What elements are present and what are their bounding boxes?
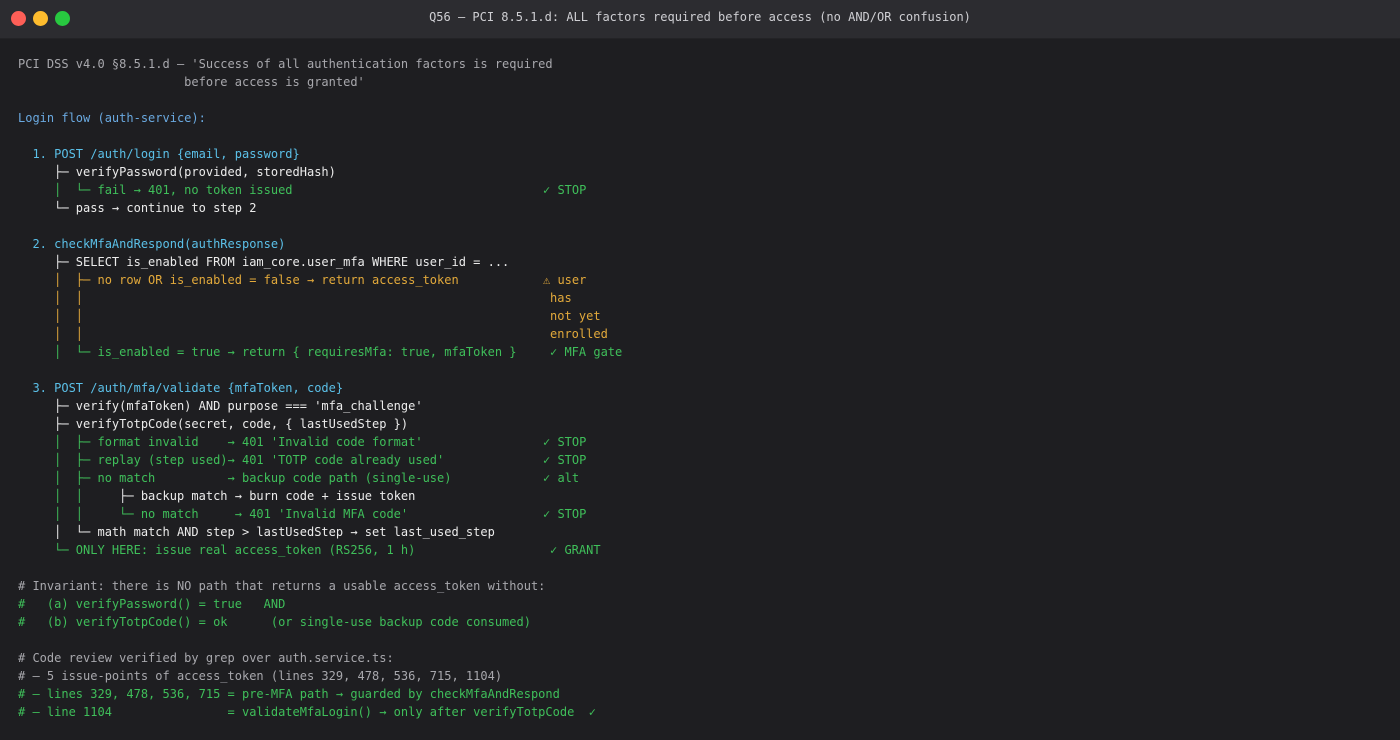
status-annotation: ✓ alt [543,471,580,485]
terminal-text: # (b) verifyTotpCode() = ok (or single-u… [18,615,531,629]
terminal-line: │ └─ fail → 401, no token issued ✓ STOP [18,181,1390,199]
terminal-text: # Invariant: there is NO path that retur… [18,579,546,593]
status-annotation: ✓ MFA gate [550,345,623,359]
terminal-text: │ ├─ no match → backup code path (single… [18,471,452,485]
terminal-text: │ │ [18,291,84,305]
terminal-line: │ └─ is_enabled = true → return { requir… [18,343,1390,361]
terminal-text: 3. POST /auth/mfa/validate {mfaToken, co… [18,381,344,395]
terminal-text: │ │ [18,309,84,323]
terminal-line: # Code review verified by grep over auth… [18,649,1390,667]
terminal-line: Login flow (auth-service): [18,109,1390,127]
terminal-text: ├─ verify(mfaToken) AND purpose === 'mfa… [18,399,423,413]
terminal-text: # — line 1104 = validateMfaLogin() → onl… [18,705,596,719]
terminal-text: PCI DSS v4.0 §8.5.1.d — 'Success of all … [18,57,553,71]
terminal-line: # — lines 329, 478, 536, 715 = pre-MFA p… [18,685,1390,703]
terminal-line: │ ├─ no match → backup code path (single… [18,469,1390,487]
window-titlebar: Q56 — PCI 8.5.1.d: ALL factors required … [0,0,1400,39]
terminal-line: │ └─ math match AND step > lastUsedStep … [18,523,1390,541]
status-annotation: enrolled [550,327,608,341]
terminal-line: ├─ verifyTotpCode(secret, code, { lastUs… [18,415,1390,433]
terminal-text: ├─ SELECT is_enabled FROM iam_core.user_… [18,255,510,269]
terminal-text: ├─ verifyTotpCode(secret, code, { lastUs… [18,417,409,431]
status-annotation: ⚠ user [543,273,587,287]
terminal-text: │ └─ fail → 401, no token issued [18,183,293,197]
terminal-line: │ │ ├─ backup match → burn code + issue … [18,487,1390,505]
terminal-line: 3. POST /auth/mfa/validate {mfaToken, co… [18,379,1390,397]
status-annotation: has [550,291,572,305]
terminal-line: ├─ verifyPassword(provided, storedHash) [18,163,1390,181]
terminal-text: │ │ └─ no match → 401 'Invalid MFA code' [18,507,409,521]
terminal-line: ├─ SELECT is_enabled FROM iam_core.user_… [18,253,1390,271]
terminal-text: 2. checkMfaAndRespond(authResponse) [18,237,286,251]
terminal-line: 2. checkMfaAndRespond(authResponse) [18,235,1390,253]
terminal-line: │ ├─ format invalid → 401 'Invalid code … [18,433,1390,451]
terminal-line: └─ pass → continue to step 2 [18,199,1390,217]
terminal-output[interactable]: PCI DSS v4.0 §8.5.1.d — 'Success of all … [18,55,1390,721]
terminal-line: │ │ └─ no match → 401 'Invalid MFA code'… [18,505,1390,523]
status-annotation: ✓ GRANT [550,543,601,557]
terminal-line: │ ├─ no row OR is_enabled = false → retu… [18,271,1390,289]
terminal-line: before access is granted' [18,73,1390,91]
status-annotation: ✓ STOP [543,435,587,449]
terminal-text: └─ pass → continue to step 2 [18,201,257,215]
terminal-text: before access is granted' [18,75,365,89]
terminal-text: # (a) verifyPassword() = true AND [18,597,286,611]
terminal-text: # — lines 329, 478, 536, 715 = pre-MFA p… [18,687,560,701]
status-annotation: ✓ STOP [543,507,587,521]
window-title: Q56 — PCI 8.5.1.d: ALL factors required … [429,10,971,24]
terminal-text: 1. POST /auth/login {email, password} [18,147,300,161]
status-annotation: ✓ STOP [543,453,587,467]
terminal-text: ├─ backup match → burn code + issue toke… [83,489,416,503]
status-annotation: ✓ STOP [543,183,587,197]
terminal-text: └─ ONLY HERE: issue real access_token (R… [18,543,416,557]
terminal-text: │ ├─ replay (step used)→ 401 'TOTP code … [18,453,445,467]
terminal-line: 1. POST /auth/login {email, password} [18,145,1390,163]
terminal-text: │ ├─ format invalid → 401 'Invalid code … [18,435,423,449]
terminal-text: ├─ verifyPassword(provided, storedHash) [18,165,336,179]
terminal-line: # — 5 issue-points of access_token (line… [18,667,1390,685]
terminal-line: # (a) verifyPassword() = true AND [18,595,1390,613]
terminal-text: │ │ [18,327,84,341]
terminal-line: │ ├─ replay (step used)→ 401 'TOTP code … [18,451,1390,469]
terminal-text: │ └─ math match AND step > lastUsedStep … [18,525,495,539]
terminal-text: │ ├─ no row OR is_enabled = false → retu… [18,273,459,287]
terminal-line: ├─ verify(mfaToken) AND purpose === 'mfa… [18,397,1390,415]
terminal-line: │ │ not yet [18,307,1390,325]
terminal-text: │ └─ is_enabled = true → return { requir… [18,345,517,359]
terminal-line: │ │ enrolled [18,325,1390,343]
terminal-line: # — line 1104 = validateMfaLogin() → onl… [18,703,1390,721]
terminal-text: │ │ [18,489,84,503]
terminal-line: │ │ has [18,289,1390,307]
terminal-line: PCI DSS v4.0 §8.5.1.d — 'Success of all … [18,55,1390,73]
terminal-line: # (b) verifyTotpCode() = ok (or single-u… [18,613,1390,631]
terminal-text: # Code review verified by grep over auth… [18,651,394,665]
terminal-text: # — 5 issue-points of access_token (line… [18,669,503,683]
terminal-line: # Invariant: there is NO path that retur… [18,577,1390,595]
status-annotation: not yet [550,309,601,323]
terminal-text: Login flow (auth-service): [18,111,206,125]
terminal-line: └─ ONLY HERE: issue real access_token (R… [18,541,1390,559]
